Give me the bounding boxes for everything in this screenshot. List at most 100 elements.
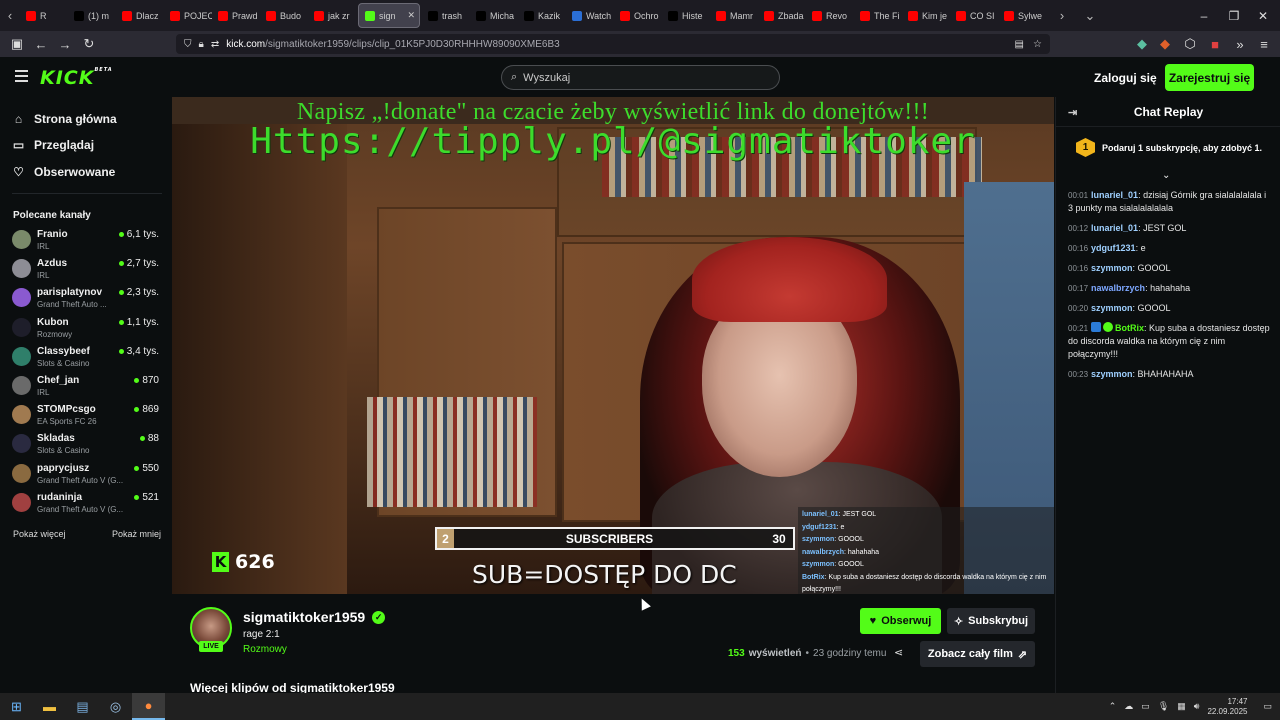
recommended-channel[interactable]: Kubon Rozmowy 1,1 tys.: [12, 313, 162, 341]
start-icon[interactable]: ⊞: [0, 693, 33, 720]
chat-message[interactable]: 00:21 BotRix: Kup suba a dostaniesz dostę…: [1068, 322, 1271, 361]
volume-icon[interactable]: 🔊︎: [1194, 701, 1200, 712]
tab-list-icon[interactable]: ⌄: [1080, 8, 1100, 24]
browser-tab[interactable]: Sylwe: [998, 0, 1046, 31]
expand-banner-icon[interactable]: ⌄: [1162, 170, 1170, 181]
chat-message[interactable]: 00:20 szymmon: GOOOL: [1068, 302, 1271, 315]
browser-tab[interactable]: Mamr: [710, 0, 758, 31]
collapse-chat-icon[interactable]: ⇥: [1068, 106, 1077, 119]
extensions-icon[interactable]: ⬡: [1178, 36, 1202, 52]
notifications-icon[interactable]: ▭: [1263, 701, 1272, 712]
video-player[interactable]: Napisz „!donate" na czacie żeby wyświetl…: [172, 97, 1054, 594]
chat-message[interactable]: 00:17 nawalbrzych: hahahaha: [1068, 282, 1271, 295]
chat-message[interactable]: 00:23 szymmon: BHAHAHAHA: [1068, 368, 1271, 381]
firefox-icon[interactable]: ●: [132, 693, 165, 720]
file-explorer-icon[interactable]: ▬: [33, 693, 66, 720]
kick-logo[interactable]: KICKBETA: [40, 67, 113, 89]
menu-icon[interactable]: ≡: [1252, 37, 1276, 52]
login-button[interactable]: Zaloguj się: [1094, 71, 1157, 85]
chat-username[interactable]: nawalbrzych: [1091, 283, 1145, 293]
browser-tab[interactable]: Prawd: [212, 0, 260, 31]
chat-message[interactable]: 00:12 lunariel_01: JEST GOL: [1068, 222, 1271, 235]
browser-tab[interactable]: Micha: [470, 0, 518, 31]
browser-tab[interactable]: The Fi: [854, 0, 902, 31]
sidebar-toggle-icon[interactable]: ▣: [5, 36, 29, 52]
browser-tab[interactable]: Ochro: [614, 0, 662, 31]
recommended-channel[interactable]: Azdus IRL 2,7 tys.: [12, 254, 162, 282]
browser-tab[interactable]: Dlacz: [116, 0, 164, 31]
bookmark-star-icon[interactable]: ☆: [1033, 39, 1042, 50]
extension-shield-icon[interactable]: ◆: [1130, 36, 1154, 52]
show-more-button[interactable]: Pokaż więcej: [13, 529, 66, 539]
browser-tab[interactable]: Zbada: [758, 0, 806, 31]
extension-red-icon[interactable]: ■: [1203, 37, 1227, 52]
chat-username[interactable]: BotRix: [1115, 323, 1144, 333]
chat-message[interactable]: 00:16 szymmon: GOOOL: [1068, 262, 1271, 275]
shield-icon[interactable]: ⛉: [184, 39, 192, 50]
cloud-icon[interactable]: ☁: [1124, 701, 1133, 712]
stream-category[interactable]: Rozmowy: [243, 644, 287, 655]
recommended-channel[interactable]: parisplatynov Grand Theft Auto ... 2,3 tys…: [12, 283, 162, 311]
recommended-channel[interactable]: Classybeef Slots & Casino 3,4 tys.: [12, 342, 162, 370]
browser-tab[interactable]: CO SI: [950, 0, 998, 31]
permissions-icon[interactable]: ⇄: [211, 39, 219, 50]
browser-tab[interactable]: Watch: [566, 0, 614, 31]
sidebar-item-home[interactable]: ⌂ Strona główna: [12, 109, 117, 129]
register-button[interactable]: Zarejestruj się: [1165, 64, 1254, 91]
browser-tab[interactable]: Histe: [662, 0, 710, 31]
chat-username[interactable]: szymmon: [1091, 369, 1133, 379]
sidebar-item-browse[interactable]: ▭ Przeglądaj: [12, 135, 94, 155]
reload-icon[interactable]: ↻: [77, 36, 101, 52]
chat-message[interactable]: 00:01 lunariel_01: dzisiaj Górnik gra sia…: [1068, 189, 1271, 215]
back-icon[interactable]: ←: [29, 37, 53, 52]
url-bar[interactable]: ⛉ 🔒︎ ⇄ kick.com/sigmatiktoker1959/clips/…: [176, 34, 1050, 54]
recommended-channel[interactable]: STOMPcsgo EA Sports FC 26 869: [12, 400, 162, 428]
watch-full-video-button[interactable]: Zobacz cały film ⇗: [920, 641, 1035, 667]
close-tab-icon[interactable]: ✕: [407, 10, 415, 21]
browser-tab[interactable]: POJEC: [164, 0, 212, 31]
gift-sub-banner[interactable]: 1 Podaruj 1 subskrypcję, aby zdobyć 1.: [1076, 138, 1262, 157]
reader-view-icon[interactable]: ▤: [1015, 39, 1024, 50]
search-input[interactable]: ⌕ Wyszukaj: [501, 65, 780, 90]
browser-tab[interactable]: Budo: [260, 0, 308, 31]
steam-icon[interactable]: ◎: [99, 693, 132, 720]
browser-tab[interactable]: trash: [422, 0, 470, 31]
browser-tab[interactable]: R: [20, 0, 68, 31]
chat-username[interactable]: szymmon: [1091, 303, 1133, 313]
browser-tab[interactable]: sign ✕: [358, 3, 420, 28]
chat-username[interactable]: lunariel_01: [1091, 190, 1138, 200]
chat-username[interactable]: ydguf1231: [1091, 243, 1136, 253]
recommended-channel[interactable]: Skladas Slots & Casino 88: [12, 429, 162, 457]
browser-tab[interactable]: (1) m: [68, 0, 116, 31]
chat-username[interactable]: szymmon: [1091, 263, 1133, 273]
recommended-channel[interactable]: rudaninja Grand Theft Auto V (G... 521: [12, 488, 162, 516]
follow-button[interactable]: ♥ Obserwuj: [860, 608, 941, 634]
tab-scroll-right-icon[interactable]: ›: [1052, 8, 1072, 23]
mic-icon[interactable]: 🎙︎: [1158, 701, 1169, 712]
subscribe-button[interactable]: ✧ Subskrybuj: [947, 608, 1035, 634]
browser-tab[interactable]: Kim je: [902, 0, 950, 31]
browser-tab[interactable]: Revo: [806, 0, 854, 31]
computer-icon[interactable]: ▤: [66, 693, 99, 720]
forward-icon[interactable]: →: [53, 37, 77, 52]
browser-tab[interactable]: jak zr: [308, 0, 356, 31]
recommended-channel[interactable]: Chef_jan IRL 870: [12, 371, 162, 399]
share-icon[interactable]: ⋖: [894, 646, 903, 659]
usb-icon[interactable]: ▭: [1141, 701, 1150, 712]
streamer-name[interactable]: sigmatiktoker1959 ✓: [243, 609, 386, 625]
recommended-channel[interactable]: paprycjusz Grand Theft Auto V (G... 550: [12, 459, 162, 487]
network-icon[interactable]: ▦: [1177, 701, 1186, 712]
more-tools-icon[interactable]: »: [1228, 37, 1252, 52]
clock[interactable]: 17:47 22.09.2025: [1207, 697, 1247, 717]
show-less-button[interactable]: Pokaż mniej: [112, 529, 161, 539]
chat-message[interactable]: 00:16 ydguf1231: e: [1068, 242, 1271, 255]
extension-fox-icon[interactable]: ◆: [1153, 36, 1177, 52]
close-window-icon[interactable]: ✕: [1243, 0, 1280, 31]
hamburger-menu-icon[interactable]: [15, 70, 28, 85]
chat-username[interactable]: lunariel_01: [1091, 223, 1138, 233]
lock-icon[interactable]: 🔒︎: [199, 39, 204, 50]
tab-scroll-left-icon[interactable]: ‹: [0, 8, 20, 23]
browser-tab[interactable]: Kazik: [518, 0, 566, 31]
recommended-channel[interactable]: Franio IRL 6,1 tys.: [12, 225, 162, 253]
tray-chevron-icon[interactable]: ⌃: [1109, 701, 1117, 712]
